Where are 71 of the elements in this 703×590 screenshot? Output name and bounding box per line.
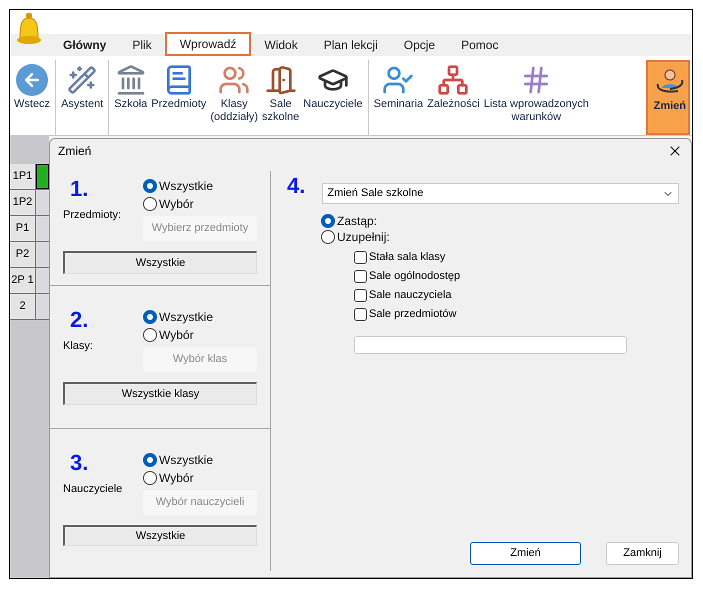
radio-label: Uzupełnij:: [337, 229, 390, 246]
row-header: 1P1: [10, 164, 36, 189]
radio-label: Wybór: [159, 470, 194, 487]
ribbon-button[interactable]: Asystent: [55, 60, 106, 135]
radio-button[interactable]: [143, 179, 157, 193]
section-label: Przedmioty:: [63, 208, 122, 223]
radio-label: Zastąp:: [337, 213, 378, 230]
row-header: P2: [10, 242, 36, 267]
text-field[interactable]: [354, 336, 627, 354]
radio-label: Wszystkie: [159, 452, 213, 469]
menu-tab[interactable]: Plik: [119, 34, 165, 56]
radio-label: Wszystkie: [159, 178, 213, 195]
row-header: 1P2: [10, 190, 36, 215]
ribbon-button[interactable]: Zmień: [646, 60, 690, 135]
radio-button[interactable]: [143, 328, 157, 342]
ribbon-button[interactable]: Nauczyciele: [301, 60, 365, 135]
dialog-title: Zmień: [58, 143, 92, 160]
ribbon-button[interactable]: Lista wprowadzonych warunków: [482, 60, 591, 135]
step-number: 3.: [69, 451, 90, 475]
step-number: 1.: [69, 177, 90, 201]
ribbon-button[interactable]: Wstecz: [12, 60, 52, 135]
radio-button[interactable]: [143, 453, 157, 467]
section-label: Klasy:: [63, 339, 94, 354]
menu-tab[interactable]: Wprowadź: [164, 32, 252, 56]
menu-tab[interactable]: Plan lekcji: [310, 34, 391, 56]
checkbox-label: Sale ogólnodostęp: [369, 268, 460, 284]
ribbon-button[interactable]: Szkoła: [108, 60, 150, 135]
ribbon-button[interactable]: Seminaria: [368, 60, 426, 135]
bell-logo-icon: [16, 13, 42, 45]
checkbox[interactable]: [354, 308, 367, 320]
radio-button[interactable]: [321, 214, 335, 228]
door-icon: [264, 64, 297, 96]
checkbox-label: Sale przedmiotów: [369, 306, 456, 322]
radio-label: Wybór: [159, 196, 194, 213]
checkbox[interactable]: [354, 288, 367, 302]
menu-tab[interactable]: Widok: [251, 34, 311, 56]
radio-button[interactable]: [143, 197, 157, 211]
menu-tab[interactable]: Opcje: [390, 34, 448, 56]
selection-summary: Wszystkie: [63, 251, 257, 274]
person-check-icon: [382, 64, 414, 96]
ribbon-button[interactable]: Klasy (oddziały): [208, 60, 260, 135]
network-icon: [437, 64, 470, 96]
menu-tab[interactable]: Główny: [50, 34, 120, 56]
checkbox[interactable]: [354, 250, 367, 264]
row-header: P1: [10, 216, 36, 241]
section-label: Nauczyciele: [63, 482, 124, 497]
radio-button[interactable]: [321, 230, 335, 244]
people-icon: [218, 64, 250, 96]
ribbon-button[interactable]: Sale szkolne: [260, 60, 302, 135]
checkbox-label: Stała sala klasy: [369, 250, 446, 265]
back-icon: [16, 64, 48, 96]
checkbox-label: Sale nauczyciela: [369, 288, 452, 303]
step-number: 2.: [69, 308, 90, 332]
radio-label: Wszystkie: [159, 309, 213, 326]
row-header: 2P 1: [10, 268, 36, 293]
ribbon-button[interactable]: Zależności: [425, 60, 482, 135]
radio-button[interactable]: [143, 471, 157, 485]
ribbon-button[interactable]: Przedmioty: [149, 60, 208, 135]
selection-summary: Wszystkie klasy: [63, 382, 257, 405]
row-header: 2: [10, 294, 36, 319]
checkbox[interactable]: [354, 270, 367, 282]
selection-summary: Wszystkie: [63, 525, 257, 546]
radio-label: Wybór: [159, 327, 194, 344]
dialog-button[interactable]: Zmień: [470, 542, 581, 565]
change-type-dropdown[interactable]: Zmień Sale szkolne: [322, 183, 679, 204]
step-number: 4.: [287, 175, 306, 197]
menu-tab[interactable]: Pomoc: [448, 34, 512, 56]
building-icon: [114, 64, 147, 96]
dialog-button[interactable]: Zamknij: [606, 542, 679, 565]
magic-wand-icon: [67, 65, 98, 95]
radio-button[interactable]: [143, 310, 157, 324]
